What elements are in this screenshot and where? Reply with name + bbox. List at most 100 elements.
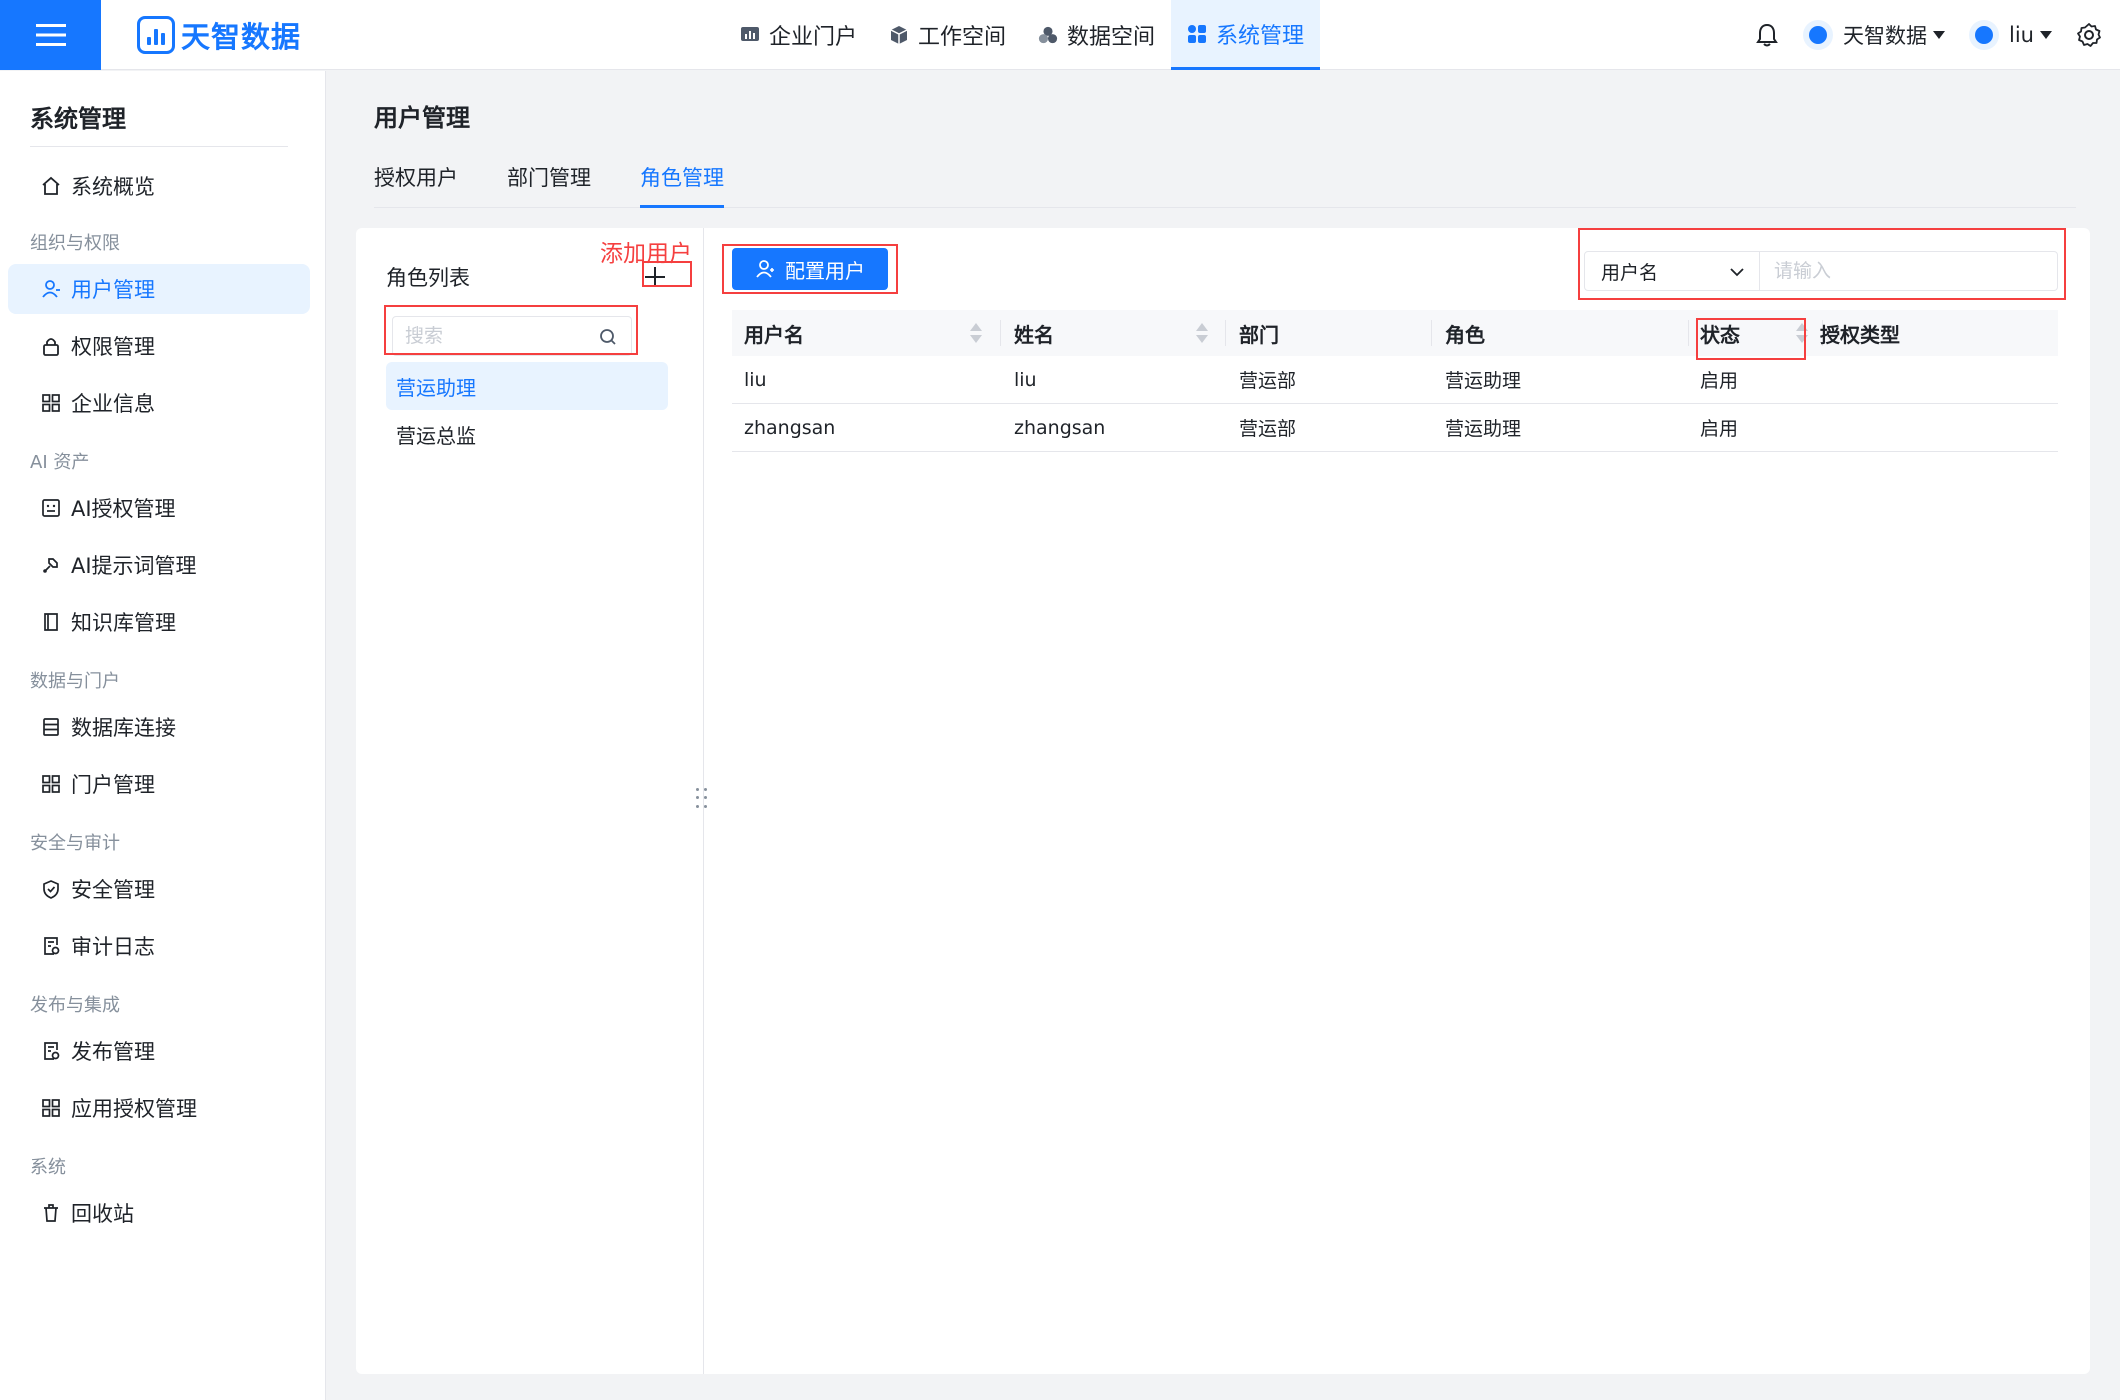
tab-bar: 授权用户 部门管理 角色管理 — [374, 150, 2076, 208]
sort-icon[interactable] — [1196, 322, 1208, 344]
role-item[interactable]: 营运助理 — [386, 362, 668, 410]
cell-status: 启用 — [1700, 418, 1739, 440]
page-title: 用户管理 — [374, 104, 470, 132]
sidebar-item-security-mgmt[interactable]: 安全管理 — [8, 864, 310, 914]
chevron-down-icon — [1730, 268, 1744, 277]
column-header-role: 角色 — [1445, 322, 1485, 347]
configure-users-button[interactable]: 配置用户 — [732, 248, 888, 290]
sidebar-item-app-auth[interactable]: 应用授权管理 — [8, 1083, 310, 1133]
annotation-box — [384, 305, 638, 355]
chart-icon — [740, 25, 760, 45]
brand-name: 天智数据 — [181, 19, 302, 54]
role-list-title: 角色列表 — [386, 266, 470, 290]
logo-icon — [137, 15, 175, 54]
gear-icon — [2077, 23, 2101, 47]
sidebar-item-knowledge[interactable]: 知识库管理 — [8, 597, 310, 647]
annotation-box — [642, 261, 692, 287]
sidebar: 系统管理 系统概览 组织与权限 用户管理 权限管理 企业信息 AI 资产 AI授… — [0, 71, 326, 1400]
sidebar-item-label: 安全管理 — [71, 878, 155, 902]
topnav-portal[interactable]: 企业门户 — [724, 0, 873, 70]
notification-button[interactable] — [1755, 22, 1779, 48]
top-right-area: 天智数据 liu — [1755, 0, 2120, 70]
tab-authorized-users[interactable]: 授权用户 — [374, 162, 458, 208]
sidebar-item-publish-mgmt[interactable]: 发布管理 — [8, 1026, 310, 1076]
cell-name: zhangsan — [1014, 416, 1106, 439]
cell-role: 营运助理 — [1445, 370, 1522, 392]
caret-down-icon — [2040, 31, 2052, 39]
sort-icon[interactable] — [970, 322, 982, 344]
cell-username: zhangsan — [744, 416, 836, 439]
column-header-auth-type: 授权类型 — [1820, 322, 1900, 347]
grid-icon — [1187, 24, 1207, 44]
sidebar-item-user-mgmt[interactable]: 用户管理 — [8, 264, 310, 314]
column-header-name[interactable]: 姓名 — [1014, 310, 1054, 356]
sidebar-item-label: 回收站 — [71, 1202, 134, 1226]
topnav-label: 工作空间 — [918, 25, 1007, 50]
sidebar-item-perm-mgmt[interactable]: 权限管理 — [8, 321, 310, 371]
filter-field-select[interactable]: 用户名 — [1584, 251, 1760, 291]
link-icon — [40, 554, 62, 576]
apps-icon — [40, 1097, 62, 1119]
user-menu[interactable]: liu — [1969, 20, 2052, 50]
bell-icon — [1756, 23, 1778, 47]
cell-name: liu — [1014, 368, 1037, 391]
role-list-panel: 角色列表 添加用户 营运助理 营运总监 — [356, 228, 707, 1374]
table-row[interactable]: zhangsan zhangsan 营运部 营运助理 启用 — [732, 404, 2058, 452]
org-avatar-icon — [1803, 20, 1834, 50]
book-icon — [40, 611, 62, 633]
sidebar-item-label: 发布管理 — [71, 1040, 155, 1064]
cluster-icon — [1038, 25, 1058, 45]
sidebar-item-label: 应用授权管理 — [71, 1097, 197, 1121]
brand-logo[interactable]: 天智数据 — [137, 14, 301, 56]
topnav-system[interactable]: 系统管理 — [1171, 0, 1321, 70]
tab-department-mgmt[interactable]: 部门管理 — [507, 162, 591, 208]
top-bar: 天智数据 企业门户 工作空间 数据空间 系统管理 天智数据 liu — [0, 0, 2120, 70]
sidebar-item-company-info[interactable]: 企业信息 — [8, 378, 310, 428]
column-divider — [1000, 320, 1001, 346]
sidebar-item-label: 用户管理 — [71, 278, 155, 302]
database-icon — [40, 716, 62, 738]
settings-button[interactable] — [2076, 22, 2102, 48]
home-icon — [40, 175, 62, 197]
user-icon — [40, 278, 62, 300]
user-name: liu — [2009, 23, 2034, 47]
sidebar-item-db-conn[interactable]: 数据库连接 — [8, 702, 310, 752]
content-card: 角色列表 添加用户 营运助理 营运总监 配置用户 用户名 用户名 姓名 — [356, 228, 2090, 1374]
sidebar-item-ai-auth[interactable]: AI授权管理 — [8, 483, 310, 533]
sidebar-group-system: 系统 — [30, 1157, 66, 1178]
trash-icon — [40, 1202, 62, 1224]
apps-icon — [40, 392, 62, 414]
sidebar-item-audit-log[interactable]: 审计日志 — [8, 921, 310, 971]
sidebar-item-overview[interactable]: 系统概览 — [8, 161, 310, 211]
sidebar-item-label: 门户管理 — [71, 773, 155, 797]
column-header-department: 部门 — [1239, 322, 1279, 347]
cube-icon — [889, 25, 909, 45]
role-item[interactable]: 营运总监 — [386, 410, 668, 458]
table-row[interactable]: liu liu 营运部 营运助理 启用 — [732, 356, 2058, 404]
org-switcher[interactable]: 天智数据 — [1803, 20, 1946, 50]
audit-icon — [40, 935, 62, 957]
column-header-username[interactable]: 用户名 — [744, 310, 804, 356]
top-nav: 企业门户 工作空间 数据空间 系统管理 — [724, 0, 1321, 70]
sidebar-item-label: 企业信息 — [71, 392, 155, 416]
sidebar-item-label: 知识库管理 — [71, 611, 176, 635]
topnav-label: 系统管理 — [1216, 23, 1305, 49]
sidebar-divider — [30, 146, 288, 147]
publish-icon — [40, 1040, 62, 1062]
resize-handle-icon[interactable] — [696, 788, 712, 810]
column-divider — [1431, 320, 1432, 346]
shield-icon — [40, 878, 62, 900]
cell-status: 启用 — [1700, 370, 1739, 392]
menu-toggle-button[interactable] — [0, 0, 101, 70]
topnav-workspace[interactable]: 工作空间 — [873, 0, 1022, 70]
sidebar-item-portal-mgmt[interactable]: 门户管理 — [8, 759, 310, 809]
tab-role-mgmt[interactable]: 角色管理 — [640, 162, 724, 208]
cell-username: liu — [744, 368, 767, 391]
filter-value-input[interactable] — [1760, 251, 2058, 291]
user-table: 用户名 姓名 部门 角色 状态 授权类型 liu liu 营运部 营运助理 启用… — [732, 310, 2058, 452]
sidebar-item-recycle[interactable]: 回收站 — [8, 1188, 310, 1238]
topnav-dataspace[interactable]: 数据空间 — [1022, 0, 1171, 70]
column-divider — [1688, 320, 1689, 346]
lock-icon — [40, 335, 62, 357]
sidebar-item-ai-prompt[interactable]: AI提示词管理 — [8, 540, 310, 590]
